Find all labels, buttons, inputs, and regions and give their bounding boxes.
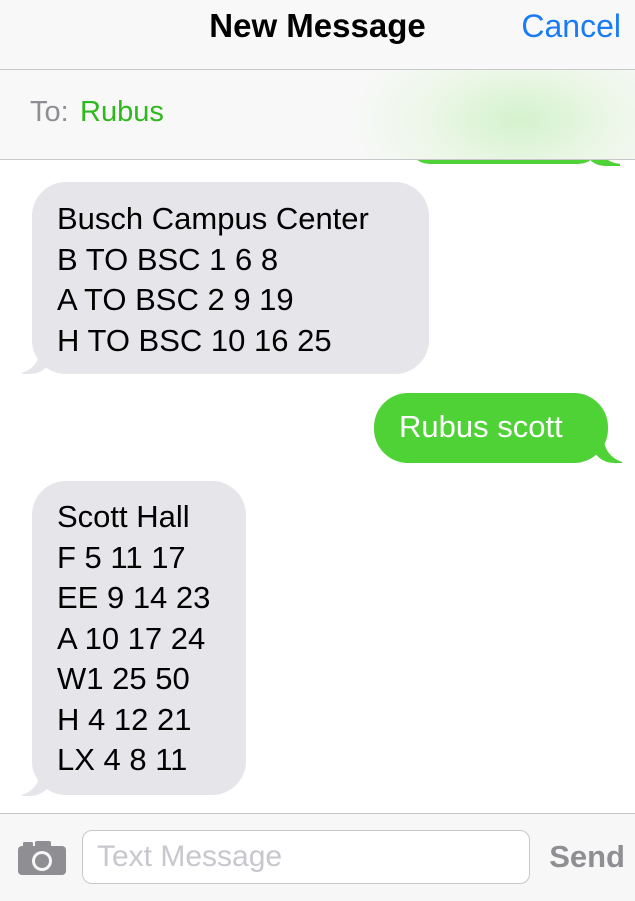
camera-icon [18,841,66,875]
cancel-button[interactable]: Cancel [521,8,621,44]
camera-button[interactable] [17,840,67,876]
previous-outgoing-bubble [408,160,600,164]
message-composer: Send [0,813,635,901]
incoming-message-bubble[interactable]: Scott Hall F 5 11 17 EE 9 14 23 A 10 17 … [32,481,246,795]
incoming-message-bubble[interactable]: Busch Campus Center B TO BSC 1 6 8 A TO … [32,182,429,374]
recipient-name[interactable]: Rubus [80,95,164,129]
recipient-bar[interactable]: To: Rubus [0,70,635,160]
message-thread[interactable]: Busch Campus Center B TO BSC 1 6 8 A TO … [0,160,635,813]
send-button[interactable]: Send [549,839,625,875]
navigation-bar: New Message Cancel [0,0,635,70]
to-label: To: [30,96,69,128]
outgoing-message-bubble[interactable]: Rubus scott [374,393,608,463]
message-input[interactable] [82,830,530,884]
recipient-bar-highlight [360,70,635,159]
previous-outgoing-bubble-tail [588,160,632,166]
